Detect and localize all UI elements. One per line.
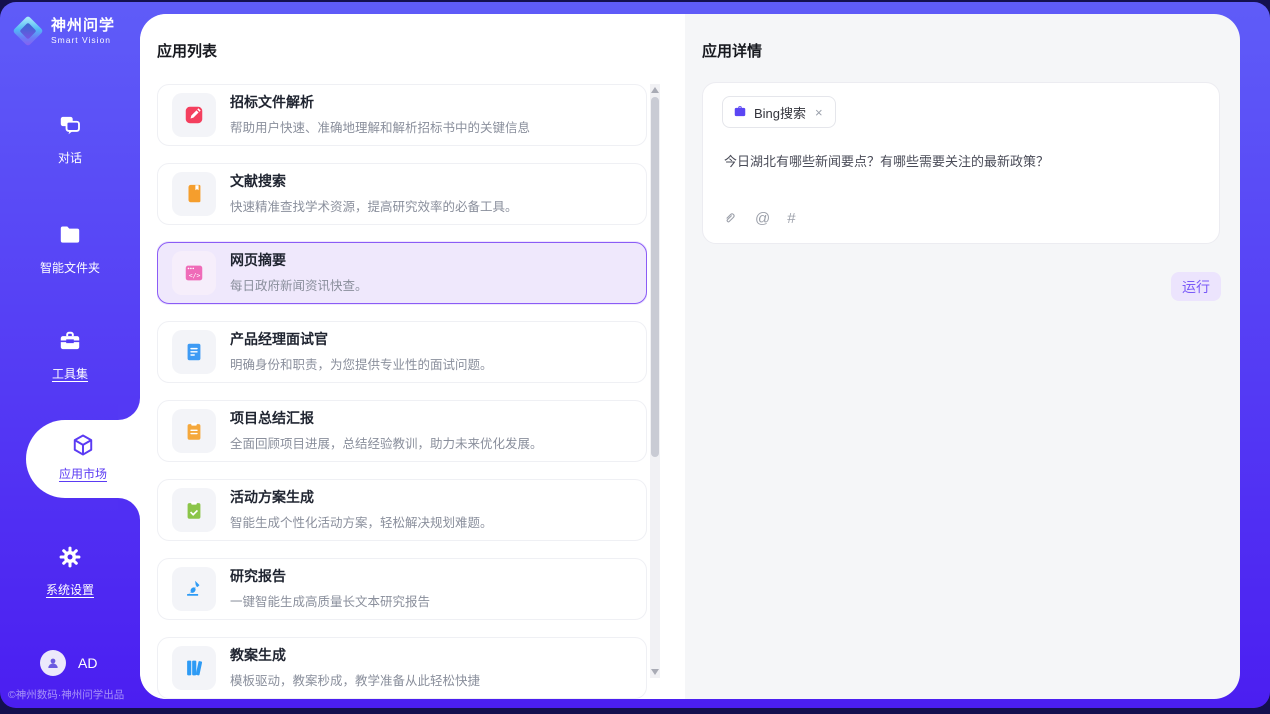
scrollbar[interactable] <box>650 84 660 678</box>
tool-tag-label: Bing搜索 <box>754 103 806 122</box>
svg-text:</>: </> <box>189 272 201 280</box>
notch-curve-bottom <box>118 498 140 520</box>
scroll-up-icon[interactable] <box>650 84 660 96</box>
sidebar-item-app-market[interactable]: 应用市场 <box>26 420 140 498</box>
toolbox-icon <box>57 328 83 354</box>
app-desc: 全面回顾项目进展，总结经验教训，助力未来优化发展。 <box>230 433 543 452</box>
document-icon <box>183 341 205 363</box>
app-list: 招标文件解析 帮助用户快速、准确地理解和解析招标书中的关键信息 文献搜索 快速精… <box>157 84 647 699</box>
list-item[interactable]: 活动方案生成 智能生成个性化活动方案，轻松解决规划难题。 <box>157 479 647 541</box>
brand-diamond-icon <box>13 16 43 46</box>
app-title: 网页摘要 <box>230 252 368 270</box>
app-title: 产品经理面试官 <box>230 331 493 349</box>
briefcase-icon <box>733 105 747 119</box>
app-window: 神州问学 Smart Vision 对话 智能文件夹 <box>0 2 1270 708</box>
app-desc: 快速精准查找学术资源，提高研究效率的必备工具。 <box>230 196 518 215</box>
cube-icon <box>70 432 96 458</box>
sidebar-item-label: 对话 <box>0 149 140 166</box>
app-title: 项目总结汇报 <box>230 410 543 428</box>
sidebar-item-settings[interactable]: 系统设置 <box>0 544 140 598</box>
prompt-card: Bing搜索 × 今日湖北有哪些新闻要点？有哪些需要关注的最新政策？ @ # <box>702 82 1220 244</box>
run-button[interactable]: 运行 <box>1171 272 1221 301</box>
sidebar-item-label: 工具集 <box>0 365 140 382</box>
tool-tag[interactable]: Bing搜索 × <box>722 96 836 128</box>
app-title: 教案生成 <box>230 647 480 665</box>
query-input[interactable]: 今日湖北有哪些新闻要点？有哪些需要关注的最新政策？ <box>724 151 1199 170</box>
list-item[interactable]: 项目总结汇报 全面回顾项目进展，总结经验教训，助力未来优化发展。 <box>157 400 647 462</box>
app-list-panel: 应用列表 招标文件解析 帮助用户快速、准确地理解和解析招标书中的关键信息 <box>140 14 685 699</box>
brand-logo: 神州问学 Smart Vision <box>13 16 115 46</box>
app-desc: 一键智能生成高质量长文本研究报告 <box>230 591 430 610</box>
content-area: 应用列表 招标文件解析 帮助用户快速、准确地理解和解析招标书中的关键信息 <box>140 14 1240 699</box>
list-item-selected[interactable]: </> 网页摘要 每日政府新闻资讯快查。 <box>157 242 647 304</box>
app-desc: 每日政府新闻资讯快查。 <box>230 275 368 294</box>
user-name: AD <box>78 655 97 671</box>
app-icon-tile <box>172 93 216 137</box>
hash-icon[interactable]: # <box>787 210 795 227</box>
brand-name: 神州问学 <box>51 18 115 33</box>
paperclip-icon[interactable] <box>722 210 738 227</box>
input-toolbar: @ # <box>722 210 796 227</box>
browser-code-icon: </> <box>183 262 205 284</box>
app-icon-tile: </> <box>172 251 216 295</box>
clipboard-icon <box>183 420 205 442</box>
gear-icon <box>57 544 83 570</box>
app-detail-title: 应用详情 <box>702 40 762 61</box>
app-desc: 帮助用户快速、准确地理解和解析招标书中的关键信息 <box>230 117 530 136</box>
app-icon-tile <box>172 646 216 690</box>
scrollbar-thumb[interactable] <box>651 97 659 457</box>
books-icon <box>183 657 205 679</box>
sidebar-item-label: 应用市场 <box>26 465 140 482</box>
sidebar-item-toolset[interactable]: 工具集 <box>0 328 140 382</box>
folder-icon <box>57 222 83 248</box>
user-account[interactable]: AD <box>40 650 97 676</box>
brand-subtitle: Smart Vision <box>51 36 115 45</box>
book-icon <box>183 183 205 205</box>
list-item[interactable]: 文献搜索 快速精准查找学术资源，提高研究效率的必备工具。 <box>157 163 647 225</box>
person-icon <box>45 655 61 671</box>
clipboard-check-icon <box>183 499 205 521</box>
app-title: 招标文件解析 <box>230 94 530 112</box>
sidebar-item-label: 智能文件夹 <box>0 259 140 276</box>
chat-icon <box>57 112 83 138</box>
sidebar: 神州问学 Smart Vision 对话 智能文件夹 <box>0 2 140 708</box>
pen-square-icon <box>183 104 205 126</box>
avatar <box>40 650 66 676</box>
app-desc: 明确身份和职责，为您提供专业性的面试问题。 <box>230 354 493 373</box>
close-icon[interactable]: × <box>813 105 825 120</box>
app-icon-tile <box>172 409 216 453</box>
list-item[interactable]: 产品经理面试官 明确身份和职责，为您提供专业性的面试问题。 <box>157 321 647 383</box>
app-title: 文献搜索 <box>230 173 518 191</box>
at-icon[interactable]: @ <box>755 210 770 227</box>
app-title: 研究报告 <box>230 568 430 586</box>
sidebar-item-smart-folder[interactable]: 智能文件夹 <box>0 222 140 276</box>
app-title: 活动方案生成 <box>230 489 493 507</box>
app-icon-tile <box>172 488 216 532</box>
app-list-title: 应用列表 <box>157 40 217 61</box>
notch-curve-top <box>118 398 140 420</box>
app-desc: 智能生成个性化活动方案，轻松解决规划难题。 <box>230 512 493 531</box>
list-item[interactable]: 研究报告 一键智能生成高质量长文本研究报告 <box>157 558 647 620</box>
app-detail-panel: 应用详情 Bing搜索 × 今日湖北有哪些新闻要点？有哪些需要关注的最新政策？ <box>685 14 1240 699</box>
sidebar-item-label: 系统设置 <box>0 581 140 598</box>
scroll-down-icon[interactable] <box>650 666 660 678</box>
app-icon-tile <box>172 330 216 374</box>
app-desc: 模板驱动，教案秒成，教学准备从此轻松快捷 <box>230 670 480 689</box>
app-icon-tile <box>172 172 216 216</box>
sidebar-item-chat[interactable]: 对话 <box>0 112 140 166</box>
microscope-icon <box>183 578 205 600</box>
app-icon-tile <box>172 567 216 611</box>
list-item[interactable]: 招标文件解析 帮助用户快速、准确地理解和解析招标书中的关键信息 <box>157 84 647 146</box>
list-item[interactable]: 教案生成 模板驱动，教案秒成，教学准备从此轻松快捷 <box>157 637 647 699</box>
copyright-text: ©神州数码·神州问学出品 <box>8 687 124 702</box>
